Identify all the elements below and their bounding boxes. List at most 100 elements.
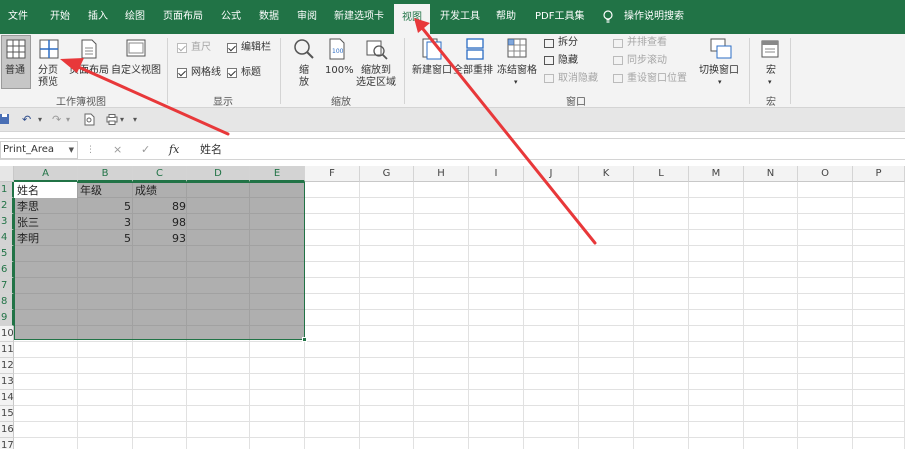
customize-qat-icon[interactable]: ▾ (133, 112, 137, 128)
formula-bar-checkbox[interactable] (227, 43, 237, 53)
tell-me-search[interactable]: 操作说明搜索 (624, 0, 684, 34)
gridlines-checkbox[interactable] (177, 68, 187, 78)
row-header-6[interactable]: 6 (0, 262, 14, 278)
gridline-horizontal (14, 421, 905, 422)
column-header-m[interactable]: M (689, 166, 744, 182)
tab-page-layout[interactable]: 页面布局 (163, 0, 203, 34)
row-header-9[interactable]: 9 (0, 310, 14, 326)
undo-dropdown-icon[interactable]: ▾ (38, 112, 42, 128)
row-header-13[interactable]: 13 (0, 374, 14, 390)
column-header-h[interactable]: H (414, 166, 469, 182)
redo-icon[interactable]: ↷ (52, 112, 61, 128)
row-header-15[interactable]: 15 (0, 406, 14, 422)
column-header-i[interactable]: I (469, 166, 524, 182)
column-header-g[interactable]: G (360, 166, 414, 182)
ruler-checkbox[interactable] (177, 43, 187, 53)
row-header-3[interactable]: 3 (0, 214, 14, 230)
cancel-icon[interactable]: × (113, 142, 122, 158)
cell-c1[interactable]: 成绩 (135, 183, 157, 199)
column-header-c[interactable]: C (133, 166, 187, 182)
headings-checkbox[interactable] (227, 68, 237, 78)
worksheet-grid[interactable]: ABCDEFGHIJKLMNOP 1 2 3 4 5 6 7 8 9 10 11 12 13 14 15 16… (0, 166, 905, 449)
reset-position-icon (613, 74, 623, 83)
row-header-10[interactable]: 10 (0, 326, 14, 342)
zoom-label-1: 缩 (299, 65, 309, 76)
tab-new-tab[interactable]: 新建选项卡 (334, 0, 384, 34)
column-header-l[interactable]: L (634, 166, 689, 182)
gridline-vertical (852, 182, 853, 449)
group-separator (790, 38, 791, 104)
tab-review[interactable]: 审阅 (297, 0, 317, 34)
column-header-o[interactable]: O (798, 166, 853, 182)
tab-data[interactable]: 数据 (259, 0, 279, 34)
tab-pdf-tools[interactable]: PDF工具集 (535, 0, 584, 34)
tab-file[interactable]: 文件 (8, 0, 28, 34)
row-header-1[interactable]: 1 (0, 182, 14, 198)
cell-b1[interactable]: 年级 (80, 183, 102, 199)
arrange-all-label: 全部重排 (453, 65, 493, 76)
zoom-100-label: 100% (325, 65, 354, 76)
row-header-2[interactable]: 2 (0, 198, 14, 214)
tab-insert[interactable]: 插入 (88, 0, 108, 34)
cell-b4[interactable]: 5 (78, 231, 131, 247)
chevron-down-icon: ▾ (718, 78, 722, 86)
row-header-16[interactable]: 16 (0, 422, 14, 438)
redo-dropdown-icon[interactable]: ▾ (66, 112, 70, 128)
magnifier-icon (294, 39, 314, 59)
cell-a1[interactable]: 姓名 (17, 183, 39, 199)
column-header-j[interactable]: J (524, 166, 579, 182)
group-separator (749, 38, 750, 104)
column-header-d[interactable]: D (187, 166, 250, 182)
row-header-14[interactable]: 14 (0, 390, 14, 406)
macros-icon (761, 40, 779, 58)
column-header-a[interactable]: A (14, 166, 78, 182)
tab-developer[interactable]: 开发工具 (440, 0, 480, 34)
row-header-5[interactable]: 5 (0, 246, 14, 262)
unhide-label: 取消隐藏 (558, 73, 598, 84)
cell-c2[interactable]: 89 (133, 199, 186, 215)
formula-input[interactable]: 姓名 (200, 142, 222, 158)
cell-c3[interactable]: 98 (133, 215, 186, 231)
gridline-vertical (633, 182, 634, 449)
gridline-vertical (578, 182, 579, 449)
cell-a3[interactable]: 张三 (17, 215, 39, 231)
save-icon[interactable] (0, 113, 10, 125)
select-all-button[interactable] (0, 166, 14, 182)
column-header-f[interactable]: F (305, 166, 360, 182)
name-box[interactable]: Print_Area ▼ (0, 141, 78, 159)
column-header-n[interactable]: N (744, 166, 798, 182)
group-title-workbook-views: 工作簿视图 (56, 97, 106, 108)
tab-home[interactable]: 开始 (50, 0, 70, 34)
cell-a2[interactable]: 李思 (17, 199, 39, 215)
row-header-4[interactable]: 4 (0, 230, 14, 246)
row-header-7[interactable]: 7 (0, 278, 14, 294)
cell-b3[interactable]: 3 (78, 215, 131, 231)
cell-b2[interactable]: 5 (78, 199, 131, 215)
print-preview-icon[interactable] (84, 113, 95, 126)
column-header-k[interactable]: K (579, 166, 634, 182)
column-header-b[interactable]: B (78, 166, 133, 182)
tab-formulas[interactable]: 公式 (221, 0, 241, 34)
tab-draw[interactable]: 绘图 (125, 0, 145, 34)
tab-help[interactable]: 帮助 (496, 0, 516, 34)
row-header-12[interactable]: 12 (0, 358, 14, 374)
chevron-down-icon[interactable]: ▼ (69, 142, 74, 158)
row-header-11[interactable]: 11 (0, 342, 14, 358)
fill-handle[interactable] (302, 337, 307, 342)
tab-view[interactable]: 视图 (394, 4, 430, 34)
quick-print-icon[interactable] (106, 114, 118, 125)
undo-icon[interactable]: ↶ (22, 112, 31, 128)
svg-text:100: 100 (332, 48, 344, 55)
enter-icon[interactable]: ✓ (141, 142, 150, 158)
print-dropdown-icon[interactable]: ▾ (120, 112, 124, 128)
column-header-e[interactable]: E (250, 166, 305, 182)
column-header-p[interactable]: P (853, 166, 905, 182)
insert-function-icon[interactable]: fx (169, 142, 179, 158)
row-header-8[interactable]: 8 (0, 294, 14, 310)
cell-c4[interactable]: 93 (133, 231, 186, 247)
new-window-icon (422, 38, 442, 60)
row-header-17[interactable]: 17 (0, 438, 14, 449)
cell-a4[interactable]: 李明 (17, 231, 39, 247)
side-by-side-icon (613, 39, 623, 48)
chevron-down-icon: ▾ (768, 78, 772, 86)
